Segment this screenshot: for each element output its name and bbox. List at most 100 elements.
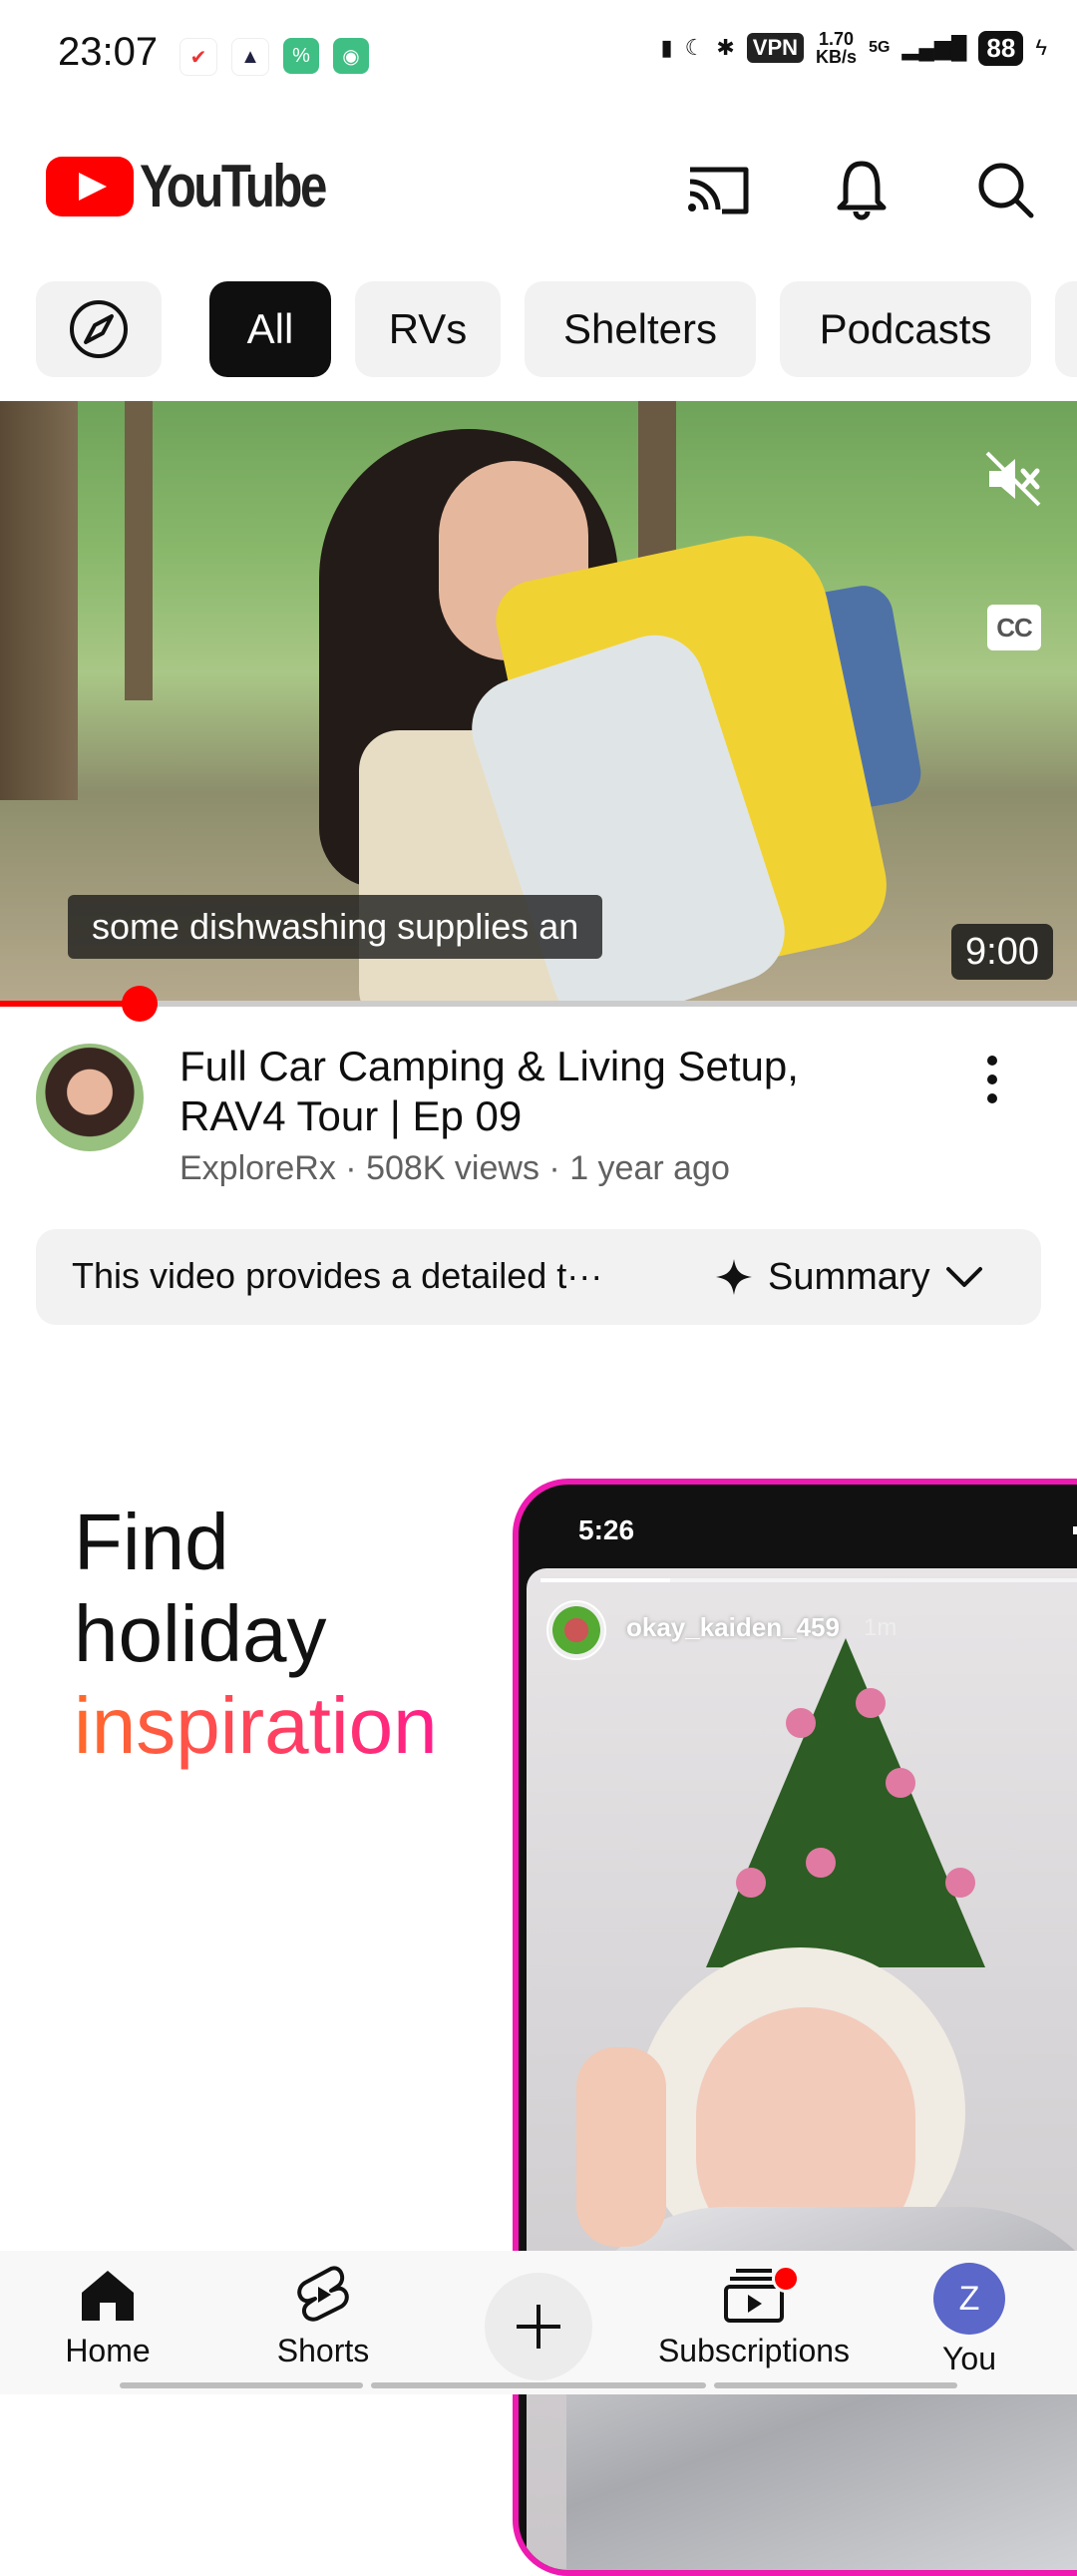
- more-options-button[interactable]: [957, 1050, 1027, 1109]
- percent-app-notification-icon: %: [283, 38, 319, 74]
- peace-sign-hand-image: [576, 2047, 666, 2247]
- progress-fill: [0, 1001, 141, 1007]
- home-icon: [82, 2271, 134, 2321]
- chip-next-partial[interactable]: [1055, 281, 1077, 377]
- christmas-tree-image: [706, 1638, 985, 1967]
- separator-dot: ·: [345, 1149, 367, 1187]
- new-content-badge: [772, 2265, 800, 2293]
- nav-subscriptions-label: Subscriptions: [657, 2333, 851, 2368]
- progress-track[interactable]: [0, 1001, 1077, 1007]
- promo-phone-mockup[interactable]: 5:26 okay_kaiden_459 1m: [513, 1479, 1077, 2576]
- separator-dot: ·: [548, 1149, 570, 1187]
- video-frame-tree: [0, 401, 78, 800]
- ornament: [786, 1708, 816, 1738]
- summary-label: Summary: [768, 1255, 930, 1298]
- signal-icon: ▂▄▆█: [901, 35, 967, 60]
- cat-app-notification-icon: ▲: [231, 38, 269, 76]
- ornament: [806, 1848, 836, 1878]
- hotspot-notification-icon: ◉: [333, 38, 369, 74]
- bluetooth-icon: ✱: [716, 35, 735, 60]
- search-button[interactable]: [965, 150, 1045, 229]
- create-button[interactable]: [485, 2273, 592, 2380]
- phone-signal-icon: [1073, 1514, 1077, 1534]
- story-avatar: [546, 1600, 606, 1660]
- compass-icon: [70, 300, 128, 358]
- summary-button[interactable]: Summary: [714, 1245, 984, 1309]
- chevron-down-icon: [945, 1267, 982, 1287]
- network-type: 5G: [869, 39, 891, 56]
- youtube-logo-text: YouTube: [140, 153, 327, 219]
- story-progress-fill: [540, 1578, 670, 1582]
- bottom-navigation: Home Shorts Subscriptions Z You: [0, 2251, 1077, 2394]
- upload-age: 1 year ago: [569, 1149, 730, 1187]
- vibrate-icon: ▮: [660, 35, 673, 60]
- captions-button[interactable]: CC: [987, 605, 1041, 650]
- nav-shorts-label: Shorts: [276, 2333, 370, 2368]
- promo-line-2: holiday: [74, 1589, 327, 1678]
- plus-icon: [517, 2305, 560, 2349]
- chip-rvs[interactable]: RVs: [355, 281, 501, 377]
- more-vert-icon: [987, 1056, 997, 1103]
- nav-you-label: You: [942, 2341, 996, 2376]
- summary-preview: This video provides a detailed t···: [72, 1255, 603, 1296]
- view-count: 508K views: [366, 1149, 539, 1187]
- network-speed-unit: KB/s: [816, 47, 858, 67]
- video-player[interactable]: CC some dishwashing supplies an 9:00: [0, 401, 1077, 1005]
- channel-name[interactable]: ExploreRx: [180, 1149, 336, 1187]
- video-frame-tree: [125, 401, 153, 700]
- chip-podcasts[interactable]: Podcasts: [780, 281, 1031, 377]
- bell-icon: [837, 161, 887, 220]
- promo-line-3: inspiration: [74, 1681, 438, 1770]
- gesture-bar: [714, 2382, 957, 2388]
- youtube-play-icon: [46, 156, 134, 216]
- system-icons: ▮ ☾ ✱ VPN 1.70 KB/s 5G ▂▄▆█ 88 ϟ: [661, 30, 1047, 66]
- video-caption: some dishwashing supplies an: [68, 895, 603, 959]
- gesture-bar: [371, 2382, 706, 2388]
- cast-button[interactable]: [678, 150, 758, 229]
- chip-shelters[interactable]: Shelters: [525, 281, 756, 377]
- phone-status-time: 5:26: [578, 1514, 635, 1545]
- nav-you[interactable]: Z You: [870, 2263, 1069, 2382]
- ornament: [945, 1868, 975, 1898]
- app-header: YouTube: [0, 140, 1077, 239]
- user-avatar: Z: [933, 2263, 1005, 2335]
- ornament: [856, 1688, 886, 1718]
- gesture-bar: [120, 2382, 363, 2388]
- charging-icon: ϟ: [1035, 35, 1047, 60]
- notification-icons: ✔ ▲ % ◉: [180, 38, 369, 76]
- video-metadata: ExploreRx · 508K views · 1 year ago: [180, 1149, 730, 1188]
- app-notification-icon: ✔: [180, 38, 217, 76]
- youtube-logo[interactable]: YouTube: [46, 152, 366, 220]
- phone-story-screen: okay_kaiden_459 1m: [527, 1568, 1077, 2570]
- notifications-button[interactable]: [822, 150, 901, 229]
- nav-home-label: Home: [65, 2333, 151, 2368]
- promo-headline[interactable]: Find holiday inspiration: [74, 1497, 438, 1772]
- category-chips: All RVs Shelters Podcasts: [0, 281, 1077, 377]
- chip-all[interactable]: All: [209, 281, 331, 377]
- nav-shorts[interactable]: Shorts: [223, 2263, 423, 2382]
- ai-summary-bar[interactable]: This video provides a detailed t··· Summ…: [36, 1229, 1041, 1325]
- explore-chip[interactable]: [36, 281, 162, 377]
- search-icon: [978, 163, 1034, 218]
- cast-icon: [688, 167, 749, 215]
- video-duration: 9:00: [951, 924, 1053, 980]
- status-bar: 23:07 ✔ ▲ % ◉ ▮ ☾ ✱ VPN 1.70 KB/s 5G ▂▄▆…: [0, 0, 1077, 110]
- sparkle-icon: [716, 1259, 752, 1295]
- nav-home[interactable]: Home: [8, 2263, 207, 2382]
- vpn-badge: VPN: [746, 33, 805, 63]
- network-speed: 1.70 KB/s: [816, 30, 857, 66]
- video-title[interactable]: Full Car Camping & Living Setup, RAV4 To…: [180, 1042, 898, 1141]
- battery-level: 88: [978, 30, 1024, 66]
- do-not-disturb-moon-icon: ☾: [684, 35, 705, 60]
- network-speed-value: 1.70: [819, 29, 855, 49]
- volume-muted-icon: [985, 451, 1041, 507]
- channel-avatar[interactable]: [36, 1044, 144, 1151]
- shorts-icon: [297, 2266, 349, 2322]
- promo-line-1: Find: [74, 1498, 229, 1586]
- mute-button[interactable]: [983, 449, 1043, 514]
- nav-subscriptions[interactable]: Subscriptions: [654, 2263, 854, 2382]
- ornament: [886, 1768, 915, 1798]
- ornament: [736, 1868, 766, 1898]
- status-time: 23:07: [58, 30, 159, 74]
- progress-scrubber[interactable]: [122, 986, 159, 1022]
